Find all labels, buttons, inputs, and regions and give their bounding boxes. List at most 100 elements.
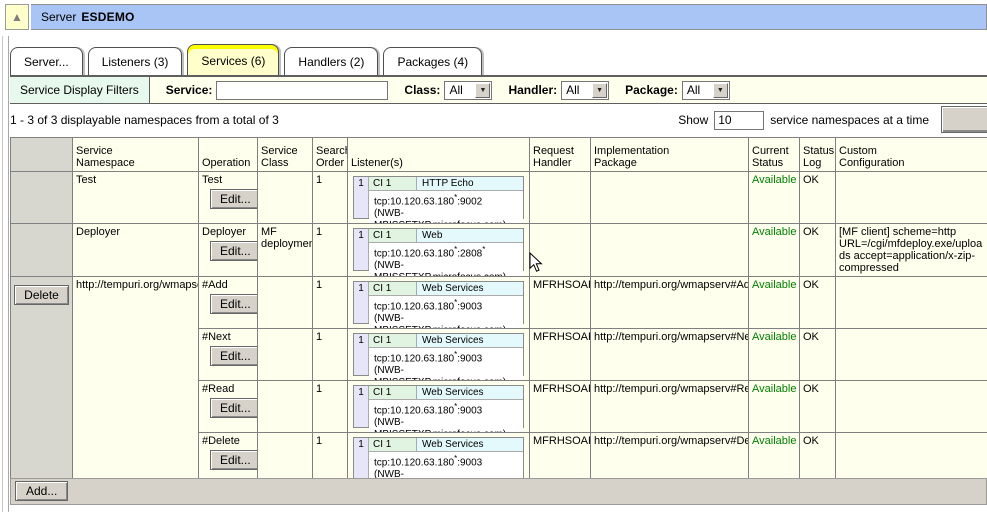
edit-button[interactable]: Edit... — [210, 189, 258, 209]
edit-button[interactable]: Edit... — [210, 450, 258, 470]
current-status-cell: Available — [749, 329, 800, 381]
service-class-cell — [258, 277, 313, 329]
listener-class: CI 1 — [369, 229, 417, 242]
listener-name: Web Services — [417, 438, 523, 451]
implementation-package-cell — [591, 224, 749, 277]
edit-button[interactable]: Edit... — [210, 346, 258, 366]
search-order-cell: 1 — [313, 433, 348, 485]
search-order-cell: 1 — [313, 277, 348, 329]
package-filter-label: Package: — [625, 83, 678, 97]
request-handler-cell: MFRHSOAP — [530, 277, 591, 329]
page-action-button[interactable] — [941, 106, 987, 133]
tab-server[interactable]: Server... — [10, 47, 83, 76]
service-class-cell — [258, 329, 313, 381]
up-triangle-icon: ▲ — [11, 11, 23, 23]
add-button[interactable]: Add... — [15, 481, 68, 501]
status-log-cell: OK — [800, 433, 836, 485]
class-select[interactable]: All ▼ — [444, 81, 492, 100]
custom-configuration-cell — [836, 172, 987, 224]
listeners-cell: 1 CI 1 Web Services tcp:10.120.63.180*:9… — [348, 329, 530, 381]
package-select-value: All — [687, 83, 700, 97]
show-count-input[interactable] — [714, 111, 764, 130]
current-status-cell: Available — [749, 381, 800, 433]
listener-name: HTTP Echo — [417, 177, 523, 190]
service-class-cell: MF deployment — [258, 224, 313, 277]
current-status-cell: Available — [749, 172, 800, 224]
delete-button[interactable]: Delete — [14, 285, 69, 305]
listener-box: 1 CI 1 Web Services tcp:10.120.63.180*:9… — [353, 281, 524, 324]
listeners-cell: 1 CI 1 Web tcp:10.120.63.180*:2808* (NWB… — [348, 224, 530, 277]
handler-select[interactable]: All ▼ — [561, 81, 609, 100]
col-status-log: StatusLog — [800, 138, 836, 172]
listener-name: Web — [417, 229, 523, 242]
operation-cell: #Next Edit... — [199, 329, 258, 381]
dropdown-arrow-icon: ▼ — [475, 83, 490, 98]
current-status-cell: Available — [749, 433, 800, 485]
package-select[interactable]: All ▼ — [682, 81, 730, 100]
show-count-group: Show service namespaces at a time — [678, 111, 929, 130]
current-status-cell: Available — [749, 277, 800, 329]
listeners-cell: 1 CI 1 Web Services tcp:10.120.63.180*:9… — [348, 381, 530, 433]
implementation-package-cell — [591, 172, 749, 224]
row-actions-cell — [11, 224, 73, 277]
tab-packages[interactable]: Packages (4) — [383, 47, 482, 76]
col-service-namespace: ServiceNamespace — [73, 138, 199, 172]
col-current-status: CurrentStatus — [749, 138, 800, 172]
listener-box: 1 CI 1 Web Services tcp:10.120.63.180*:9… — [353, 333, 524, 376]
show-label: Show — [678, 113, 708, 127]
status-log-cell: OK — [800, 329, 836, 381]
listener-box: 1 CI 1 Web Services tcp:10.120.63.180*:9… — [353, 385, 524, 428]
tab-listeners[interactable]: Listeners (3) — [88, 47, 183, 76]
listener-address: tcp:10.120.63.180*:9002 (NWB-MBISSETXP.m… — [369, 191, 523, 224]
dropdown-arrow-icon: ▼ — [713, 83, 728, 98]
operation-cell: #Delete Edit... — [199, 433, 258, 485]
col-listeners: Listener(s) — [348, 138, 530, 172]
edit-button[interactable]: Edit... — [210, 294, 258, 314]
listener-class: CI 1 — [369, 438, 417, 451]
operation-cell: #Read Edit... — [199, 381, 258, 433]
collapse-button[interactable]: ▲ — [5, 4, 29, 30]
status-log-cell: OK — [800, 277, 836, 329]
service-namespace-cell: Test — [73, 172, 199, 224]
show-suffix-label: service namespaces at a time — [770, 113, 929, 127]
listener-name: Web Services — [417, 282, 523, 295]
listener-class: CI 1 — [369, 282, 417, 295]
service-filter-input[interactable] — [216, 81, 388, 100]
listener-box: 1 CI 1 Web Services tcp:10.120.63.180*:9… — [353, 437, 524, 480]
edit-button[interactable]: Edit... — [210, 241, 258, 261]
custom-configuration-cell: [MF client] scheme=http URL=/cgi/mfdeplo… — [836, 224, 987, 277]
request-handler-cell: MFRHSOAP — [530, 381, 591, 433]
custom-configuration-cell — [836, 433, 987, 485]
service-class-cell — [258, 381, 313, 433]
tab-handlers[interactable]: Handlers (2) — [284, 47, 378, 76]
custom-configuration-cell — [836, 381, 987, 433]
listener-address: tcp:10.120.63.180*:2808* (NWB-MBISSETXP.… — [369, 243, 523, 277]
service-filter-label: Service: — [166, 83, 213, 97]
table-row: Delete http://tempuri.org/wmapserv #Add … — [11, 277, 987, 329]
request-handler-cell — [530, 224, 591, 277]
implementation-package-cell: http://tempuri.org/wmapserv#Read — [591, 381, 749, 433]
service-class-cell — [258, 172, 313, 224]
namespace-count-summary: 1 - 3 of 3 displayable namespaces from a… — [10, 113, 678, 127]
frame-divider-inner — [8, 36, 9, 512]
edit-button[interactable]: Edit... — [210, 398, 258, 418]
service-namespace-cell: Deployer — [73, 224, 199, 277]
operation-cell: Deployer Edit... — [199, 224, 258, 277]
tab-services[interactable]: Services (6) — [187, 44, 279, 76]
services-table: ServiceNamespace Operation ServiceClass … — [10, 137, 987, 485]
handler-select-value: All — [566, 83, 579, 97]
search-order-cell: 1 — [313, 172, 348, 224]
current-status-cell: Available — [749, 224, 800, 277]
filter-panel-title: Service Display Filters — [10, 77, 150, 103]
operation-cell: Test Edit... — [199, 172, 258, 224]
listener-address: tcp:10.120.63.180*:9003 (NWB-MBISSETXP.m… — [369, 296, 523, 329]
service-namespace-cell: http://tempuri.org/wmapserv — [73, 277, 199, 485]
row-actions-cell: Delete — [11, 277, 73, 485]
implementation-package-cell: http://tempuri.org/wmapserv#Next — [591, 329, 749, 381]
col-request-handler: RequestHandler — [530, 138, 591, 172]
server-title-prefix: Server — [41, 10, 76, 24]
operation-cell: #Add Edit... — [199, 277, 258, 329]
status-log-cell: OK — [800, 172, 836, 224]
col-operation: Operation — [199, 138, 258, 172]
listener-name: Web Services — [417, 334, 523, 347]
